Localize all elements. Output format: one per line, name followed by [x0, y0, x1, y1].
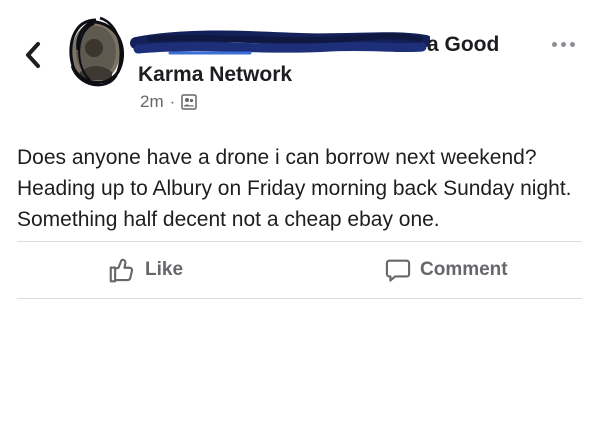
comment-label: Comment — [420, 259, 508, 280]
avatar[interactable] — [66, 14, 126, 92]
group-members-icon — [181, 94, 198, 110]
group-title[interactable]: a Good Karma Network — [130, 30, 518, 90]
back-button[interactable] — [22, 40, 46, 70]
divider-top — [17, 241, 582, 242]
more-options-button[interactable] — [552, 42, 575, 47]
group-name-line2: Karma Network — [138, 63, 293, 86]
group-name-visible-part: a Good — [427, 33, 500, 56]
post-body: Does anyone have a drone i can borrow ne… — [17, 146, 572, 231]
more-options-icon — [552, 42, 557, 47]
comment-button[interactable]: Comment — [384, 244, 508, 296]
divider-bottom — [17, 298, 582, 299]
post-meta: 2m · — [140, 92, 198, 112]
thumbs-up-icon — [109, 258, 134, 283]
like-button[interactable]: Like — [107, 244, 183, 296]
comment-bubble-icon — [385, 259, 411, 282]
meta-separator: · — [169, 92, 176, 111]
post-actions: Like Comment — [17, 244, 582, 296]
timestamp: 2m — [140, 92, 164, 111]
like-label: Like — [145, 259, 184, 280]
chevron-left-icon — [26, 42, 40, 68]
redacted-author-name — [130, 30, 430, 55]
